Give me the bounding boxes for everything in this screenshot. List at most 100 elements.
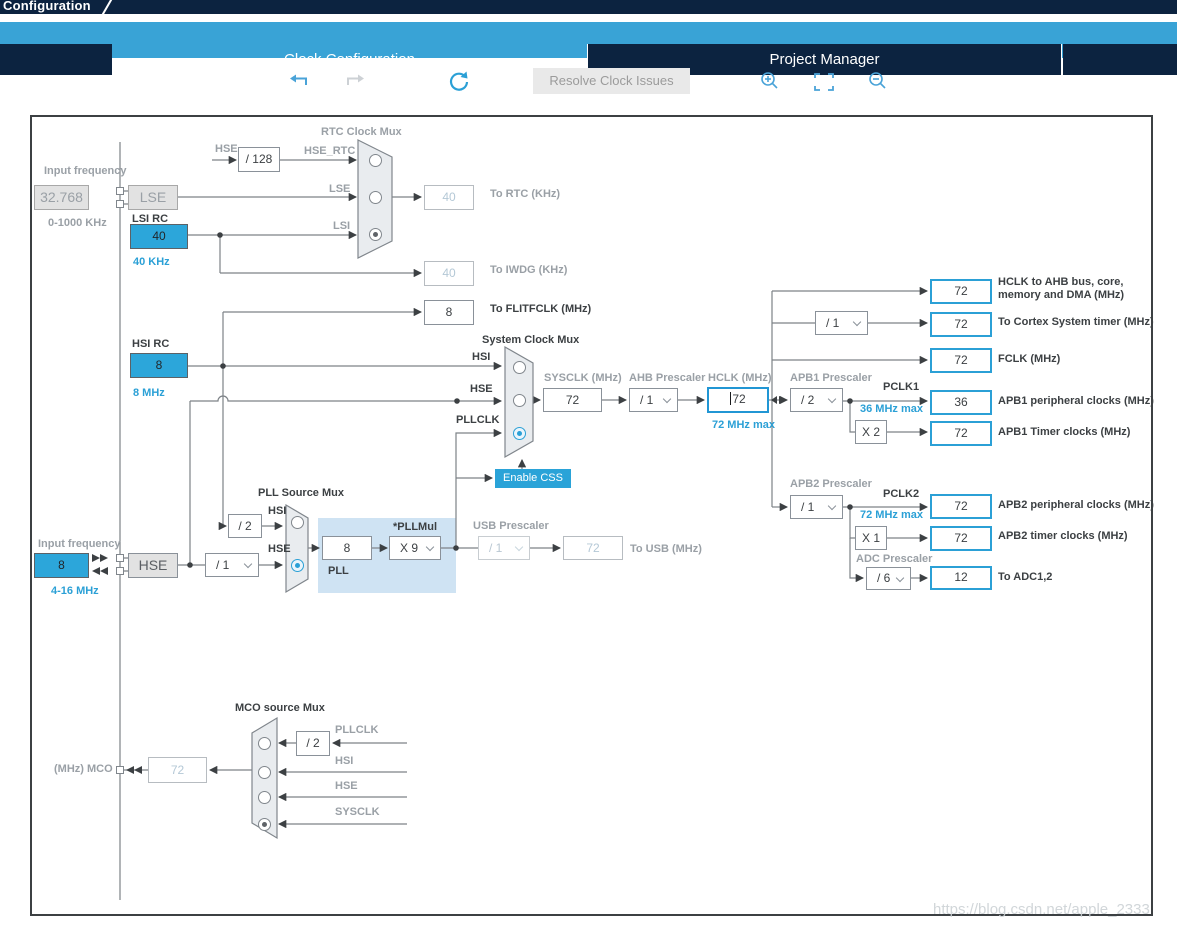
zoom-out-icon[interactable]	[867, 71, 889, 91]
apb1-timer-value-box[interactable]: 72	[930, 421, 992, 446]
hse-port-top	[116, 554, 124, 562]
cortex-timer-value-box[interactable]: 72	[930, 312, 992, 337]
hse-rtc-label: HSE_RTC	[304, 145, 355, 157]
tab-bar-right-spacer	[1063, 44, 1177, 75]
hclk-value-input[interactable]: 72	[707, 387, 769, 413]
rtc-clock-mux-title: RTC Clock Mux	[321, 126, 402, 138]
hsi-rc-label: HSI RC	[132, 338, 169, 350]
usb-prescaler-dropdown: / 1	[478, 536, 530, 560]
sysmux-radio-pllclk[interactable]	[513, 427, 526, 440]
mcomux-pllclk-label: PLLCLK	[335, 724, 378, 736]
to-usb-label: To USB (MHz)	[630, 543, 702, 555]
cortex-prescaler-dropdown[interactable]: / 1	[815, 311, 868, 335]
hse-rtc-divider-box: / 128	[238, 147, 280, 172]
refresh-icon[interactable]	[447, 70, 471, 94]
mcomux-radio-sysclk[interactable]	[258, 818, 271, 831]
pclk2-max-label: 72 MHz max	[860, 509, 923, 521]
mcomux-radio-pllclk[interactable]	[258, 737, 271, 750]
cortex-timer-label: To Cortex System timer (MHz)	[998, 316, 1154, 328]
apb2-timer-multiplier-box: X 1	[855, 526, 887, 550]
sysmux-hsi-label: HSI	[472, 351, 490, 363]
mco-divider-box: / 2	[296, 731, 330, 756]
adc-prescaler-dropdown[interactable]: / 6	[866, 567, 911, 590]
apb2-peripheral-value-box[interactable]: 72	[930, 494, 992, 519]
lse-input-frequency-label: Input frequency	[44, 165, 127, 177]
top-bar: Configuration	[0, 0, 1177, 14]
hsi-rc-frequency-label: 8 MHz	[133, 387, 165, 399]
adc-value-box[interactable]: 12	[930, 566, 992, 590]
apb1-peripheral-value-box[interactable]: 36	[930, 390, 992, 415]
hclk-ahb-label-line1: HCLK to AHB bus, core,	[998, 276, 1124, 288]
rtc-mux-radio-lse[interactable]	[369, 191, 382, 204]
mcomux-hse-label: HSE	[335, 780, 358, 792]
tab-clock-configuration[interactable]: Clock Configuration	[112, 44, 587, 75]
pllmux-hsi-label: HSI	[268, 505, 286, 517]
resolve-clock-issues-button[interactable]: Resolve Clock Issues	[533, 68, 690, 94]
lsi-rc-frequency-label: 40 KHz	[133, 256, 170, 268]
sysclk-label: SYSCLK (MHz)	[544, 372, 622, 384]
hsi-rc-value-box: 8	[130, 353, 188, 378]
adc-label: To ADC1,2	[998, 571, 1052, 583]
rtc-lsi-label: LSI	[333, 220, 350, 232]
hclk-max-label: 72 MHz max	[712, 419, 775, 431]
rtc-mux-radio-lsi[interactable]	[369, 228, 382, 241]
enable-css-button[interactable]: Enable CSS	[495, 469, 571, 488]
apb1-peripheral-label: APB1 peripheral clocks (MHz)	[998, 395, 1154, 407]
to-flitfclk-label: To FLITFCLK (MHz)	[490, 303, 591, 315]
pll-hse-divider-dropdown[interactable]: / 1	[205, 553, 259, 577]
rtc-mux-radio-hse-rtc[interactable]	[369, 154, 382, 167]
pllmux-radio-hsi[interactable]	[291, 516, 304, 529]
pclk1-max-label: 36 MHz max	[860, 403, 923, 415]
pllmul-dropdown[interactable]: X 9	[389, 536, 441, 560]
fit-view-icon[interactable]	[813, 72, 835, 92]
zoom-in-icon[interactable]	[759, 71, 781, 91]
pllmux-radio-hse[interactable]	[291, 559, 304, 572]
lse-input-frequency-field: 32.768	[34, 185, 89, 210]
apb2-prescaler-dropdown[interactable]: / 1	[790, 495, 843, 519]
pllmux-hse-label: HSE	[268, 543, 291, 555]
watermark: https://blog.csdn.net/apple_2333	[933, 901, 1150, 918]
breadcrumb[interactable]: Configuration	[3, 0, 91, 14]
pll-block-label: PLL	[328, 565, 349, 577]
hclk-ahb-value-box[interactable]: 72	[930, 279, 992, 304]
redo-icon[interactable]	[343, 72, 365, 92]
apb1-timer-multiplier-box: X 2	[855, 420, 887, 444]
chevron-down-icon	[427, 544, 434, 551]
rtc-hse-label: HSE	[215, 143, 238, 155]
lse-input-range-label: 0-1000 KHz	[48, 217, 107, 229]
hse-input-frequency-field[interactable]: 8	[34, 553, 89, 578]
fclk-value-box[interactable]: 72	[930, 348, 992, 373]
apb2-timer-value-box[interactable]: 72	[930, 526, 992, 551]
pclk1-label: PCLK1	[883, 381, 919, 393]
clock-tree-canvas: Input frequency 32.768 0-1000 KHz LSE LS…	[30, 115, 1153, 916]
apb2-peripheral-label: APB2 peripheral clocks (MHz)	[998, 499, 1154, 511]
hse-input-frequency-label: Input frequency	[38, 538, 121, 550]
undo-icon[interactable]	[289, 72, 311, 92]
adc-prescaler-label: ADC Prescaler	[856, 553, 932, 565]
sysmux-hse-label: HSE	[470, 383, 493, 395]
sysmux-radio-hsi[interactable]	[513, 361, 526, 374]
apb1-prescaler-dropdown[interactable]: / 2	[790, 388, 843, 412]
mcomux-radio-hsi[interactable]	[258, 766, 271, 779]
pll-input-value-box: 8	[322, 536, 372, 560]
chevron-down-icon	[854, 319, 861, 326]
lse-source-box: LSE	[128, 185, 178, 210]
ahb-prescaler-label: AHB Prescaler	[629, 372, 705, 384]
apb2-prescaler-label: APB2 Prescaler	[790, 478, 872, 490]
iwdg-clock-value-box: 40	[424, 261, 474, 286]
apb2-timer-label: APB2 timer clocks (MHz)	[998, 530, 1128, 542]
mco-port	[116, 766, 124, 774]
lse-port-bottom	[116, 200, 124, 208]
tab-bar: Clock Configuration Project Manager	[0, 22, 1177, 58]
chevron-down-icon	[516, 544, 523, 551]
mcomux-hsi-label: HSI	[335, 755, 353, 767]
lsi-rc-value-box: 40	[130, 224, 188, 249]
rtc-lse-label: LSE	[329, 183, 350, 195]
pllmul-label: *PLLMul	[393, 521, 437, 533]
rtc-clock-value-box: 40	[424, 185, 474, 210]
sysmux-radio-hse[interactable]	[513, 394, 526, 407]
hse-input-range-label: 4-16 MHz	[51, 585, 99, 597]
ahb-prescaler-dropdown[interactable]: / 1	[629, 388, 678, 412]
mcomux-radio-hse[interactable]	[258, 791, 271, 804]
mcomux-sysclk-label: SYSCLK	[335, 806, 380, 818]
